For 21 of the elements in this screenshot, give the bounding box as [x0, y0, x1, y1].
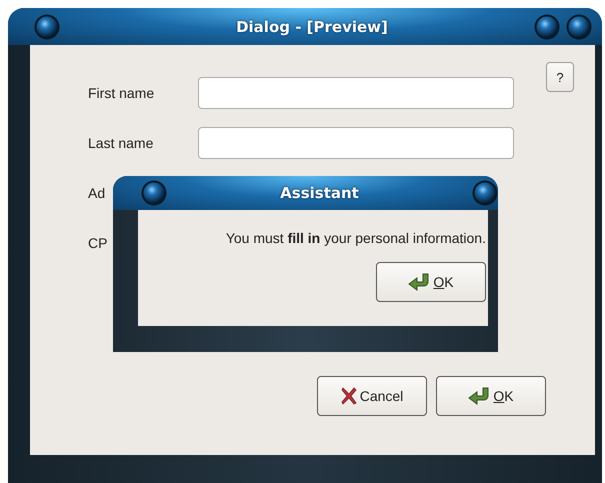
dialog-title: Assistant [280, 184, 359, 202]
cancel-button[interactable]: Cancel [317, 376, 427, 416]
message-text: You must fill in your personal information. [226, 230, 486, 246]
orb-button[interactable] [141, 180, 167, 206]
field-label: Last name [88, 135, 154, 151]
text-field[interactable] [198, 127, 514, 159]
ok-button[interactable]: OK [436, 376, 546, 416]
text-field[interactable] [198, 77, 514, 109]
orb-button[interactable] [472, 180, 498, 206]
field-label: Ad [88, 185, 106, 201]
orb-button[interactable] [534, 14, 560, 40]
help-button[interactable]: ? [546, 62, 574, 92]
field-label: CP [88, 235, 108, 251]
field-label: First name [88, 85, 154, 101]
cross-icon [340, 387, 357, 405]
window-title: Dialog - [Preview] [235, 18, 389, 36]
arrow-icon [468, 387, 490, 405]
arrow-icon [408, 273, 430, 291]
ok-button[interactable]: OK [376, 262, 486, 302]
orb-button[interactable] [34, 14, 60, 40]
orb-button[interactable] [566, 14, 592, 40]
